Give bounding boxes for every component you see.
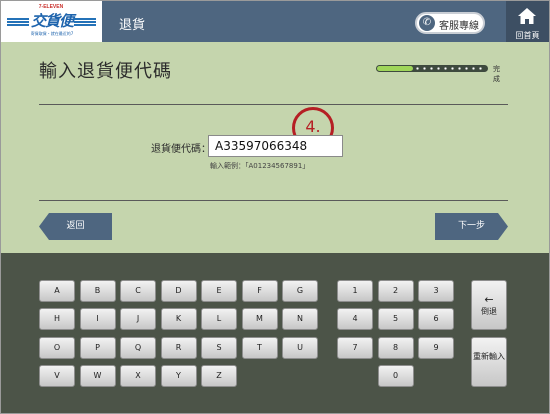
- backspace-arrow-icon: ←: [484, 293, 494, 306]
- key-w[interactable]: W: [79, 365, 116, 387]
- key-1[interactable]: 1: [337, 280, 373, 302]
- key-t[interactable]: T: [241, 337, 278, 359]
- key-v[interactable]: V: [39, 365, 75, 387]
- progress-label: 完成: [493, 65, 500, 83]
- key-r[interactable]: R: [160, 337, 197, 359]
- key-s[interactable]: S: [201, 337, 237, 359]
- key-k[interactable]: K: [160, 308, 197, 330]
- key-d[interactable]: D: [160, 280, 197, 302]
- divider-bottom: [39, 200, 508, 201]
- divider-top: [39, 104, 508, 105]
- progress-fill: [377, 66, 413, 71]
- key-9[interactable]: 9: [418, 337, 454, 359]
- key-a[interactable]: A: [39, 280, 75, 302]
- key-3[interactable]: 3: [418, 280, 454, 302]
- onscreen-keyboard: ← 倒退 重新輸入 ABCDEFG HIJKLMN OPQRSTU VWXYZ 123 4…: [1, 253, 549, 413]
- key-0[interactable]: 0: [377, 365, 414, 387]
- key-z[interactable]: Z: [201, 365, 237, 387]
- key-u[interactable]: U: [282, 337, 318, 359]
- backspace-key[interactable]: ← 倒退: [471, 280, 507, 330]
- reenter-key[interactable]: 重新輸入: [471, 337, 507, 387]
- customer-service-button[interactable]: ✆ 客服專線: [415, 12, 485, 34]
- key-2[interactable]: 2: [377, 280, 414, 302]
- key-i[interactable]: I: [79, 308, 116, 330]
- key-8[interactable]: 8: [377, 337, 414, 359]
- home-label: 回首頁: [515, 31, 540, 40]
- page-title: 輸入退貨便代碼: [39, 61, 172, 82]
- key-5[interactable]: 5: [377, 308, 414, 330]
- key-4[interactable]: 4: [337, 308, 373, 330]
- logo-stripes-left: [7, 18, 29, 26]
- progress-indicator: 完成: [376, 64, 500, 83]
- backspace-label: 倒退: [481, 307, 497, 316]
- key-g[interactable]: G: [282, 280, 318, 302]
- progress-dots: [414, 67, 484, 70]
- progress-track: [376, 65, 488, 72]
- logo-stripes-right: [74, 18, 96, 26]
- home-icon: [518, 8, 536, 24]
- next-button[interactable]: 下一步: [435, 213, 508, 240]
- key-6[interactable]: 6: [418, 308, 454, 330]
- key-e[interactable]: E: [201, 280, 237, 302]
- phone-icon: ✆: [419, 15, 435, 31]
- customer-service-label: 客服專線: [439, 21, 479, 32]
- key-j[interactable]: J: [120, 308, 156, 330]
- return-code-label: 退貨便代碼：: [151, 144, 211, 155]
- key-p[interactable]: P: [79, 337, 116, 359]
- key-m[interactable]: M: [241, 308, 278, 330]
- key-c[interactable]: C: [120, 280, 156, 302]
- logo-main-text: 交貨便: [30, 12, 74, 30]
- key-q[interactable]: Q: [120, 337, 156, 359]
- key-n[interactable]: N: [282, 308, 318, 330]
- home-button[interactable]: 回首頁: [506, 1, 549, 42]
- key-y[interactable]: Y: [160, 365, 197, 387]
- return-code-input[interactable]: A33597066348: [208, 135, 343, 157]
- key-o[interactable]: O: [39, 337, 75, 359]
- key-x[interactable]: X: [120, 365, 156, 387]
- return-code-hint: 輸入範例：「A01234567891」: [210, 162, 310, 170]
- header-title: 退貨: [119, 18, 146, 33]
- brand-logo: 7-ELEVEN 交貨便 寄貨取貨・就在最近的7: [1, 1, 102, 42]
- key-h[interactable]: H: [39, 308, 75, 330]
- back-button[interactable]: 返回: [39, 213, 112, 240]
- logo-tagline: 寄貨取貨・就在最近的7: [30, 31, 74, 36]
- step-number: 4.: [305, 117, 321, 136]
- key-b[interactable]: B: [79, 280, 116, 302]
- key-l[interactable]: L: [201, 308, 237, 330]
- key-f[interactable]: F: [241, 280, 278, 302]
- main-panel: 輸入退貨便代碼 完成 4. 退貨便代碼： A33597066348 輸入範例：「…: [1, 42, 549, 253]
- header-bar: 7-ELEVEN 交貨便 寄貨取貨・就在最近的7 退貨 ✆ 客服專線 回首頁: [1, 1, 549, 42]
- key-7[interactable]: 7: [337, 337, 373, 359]
